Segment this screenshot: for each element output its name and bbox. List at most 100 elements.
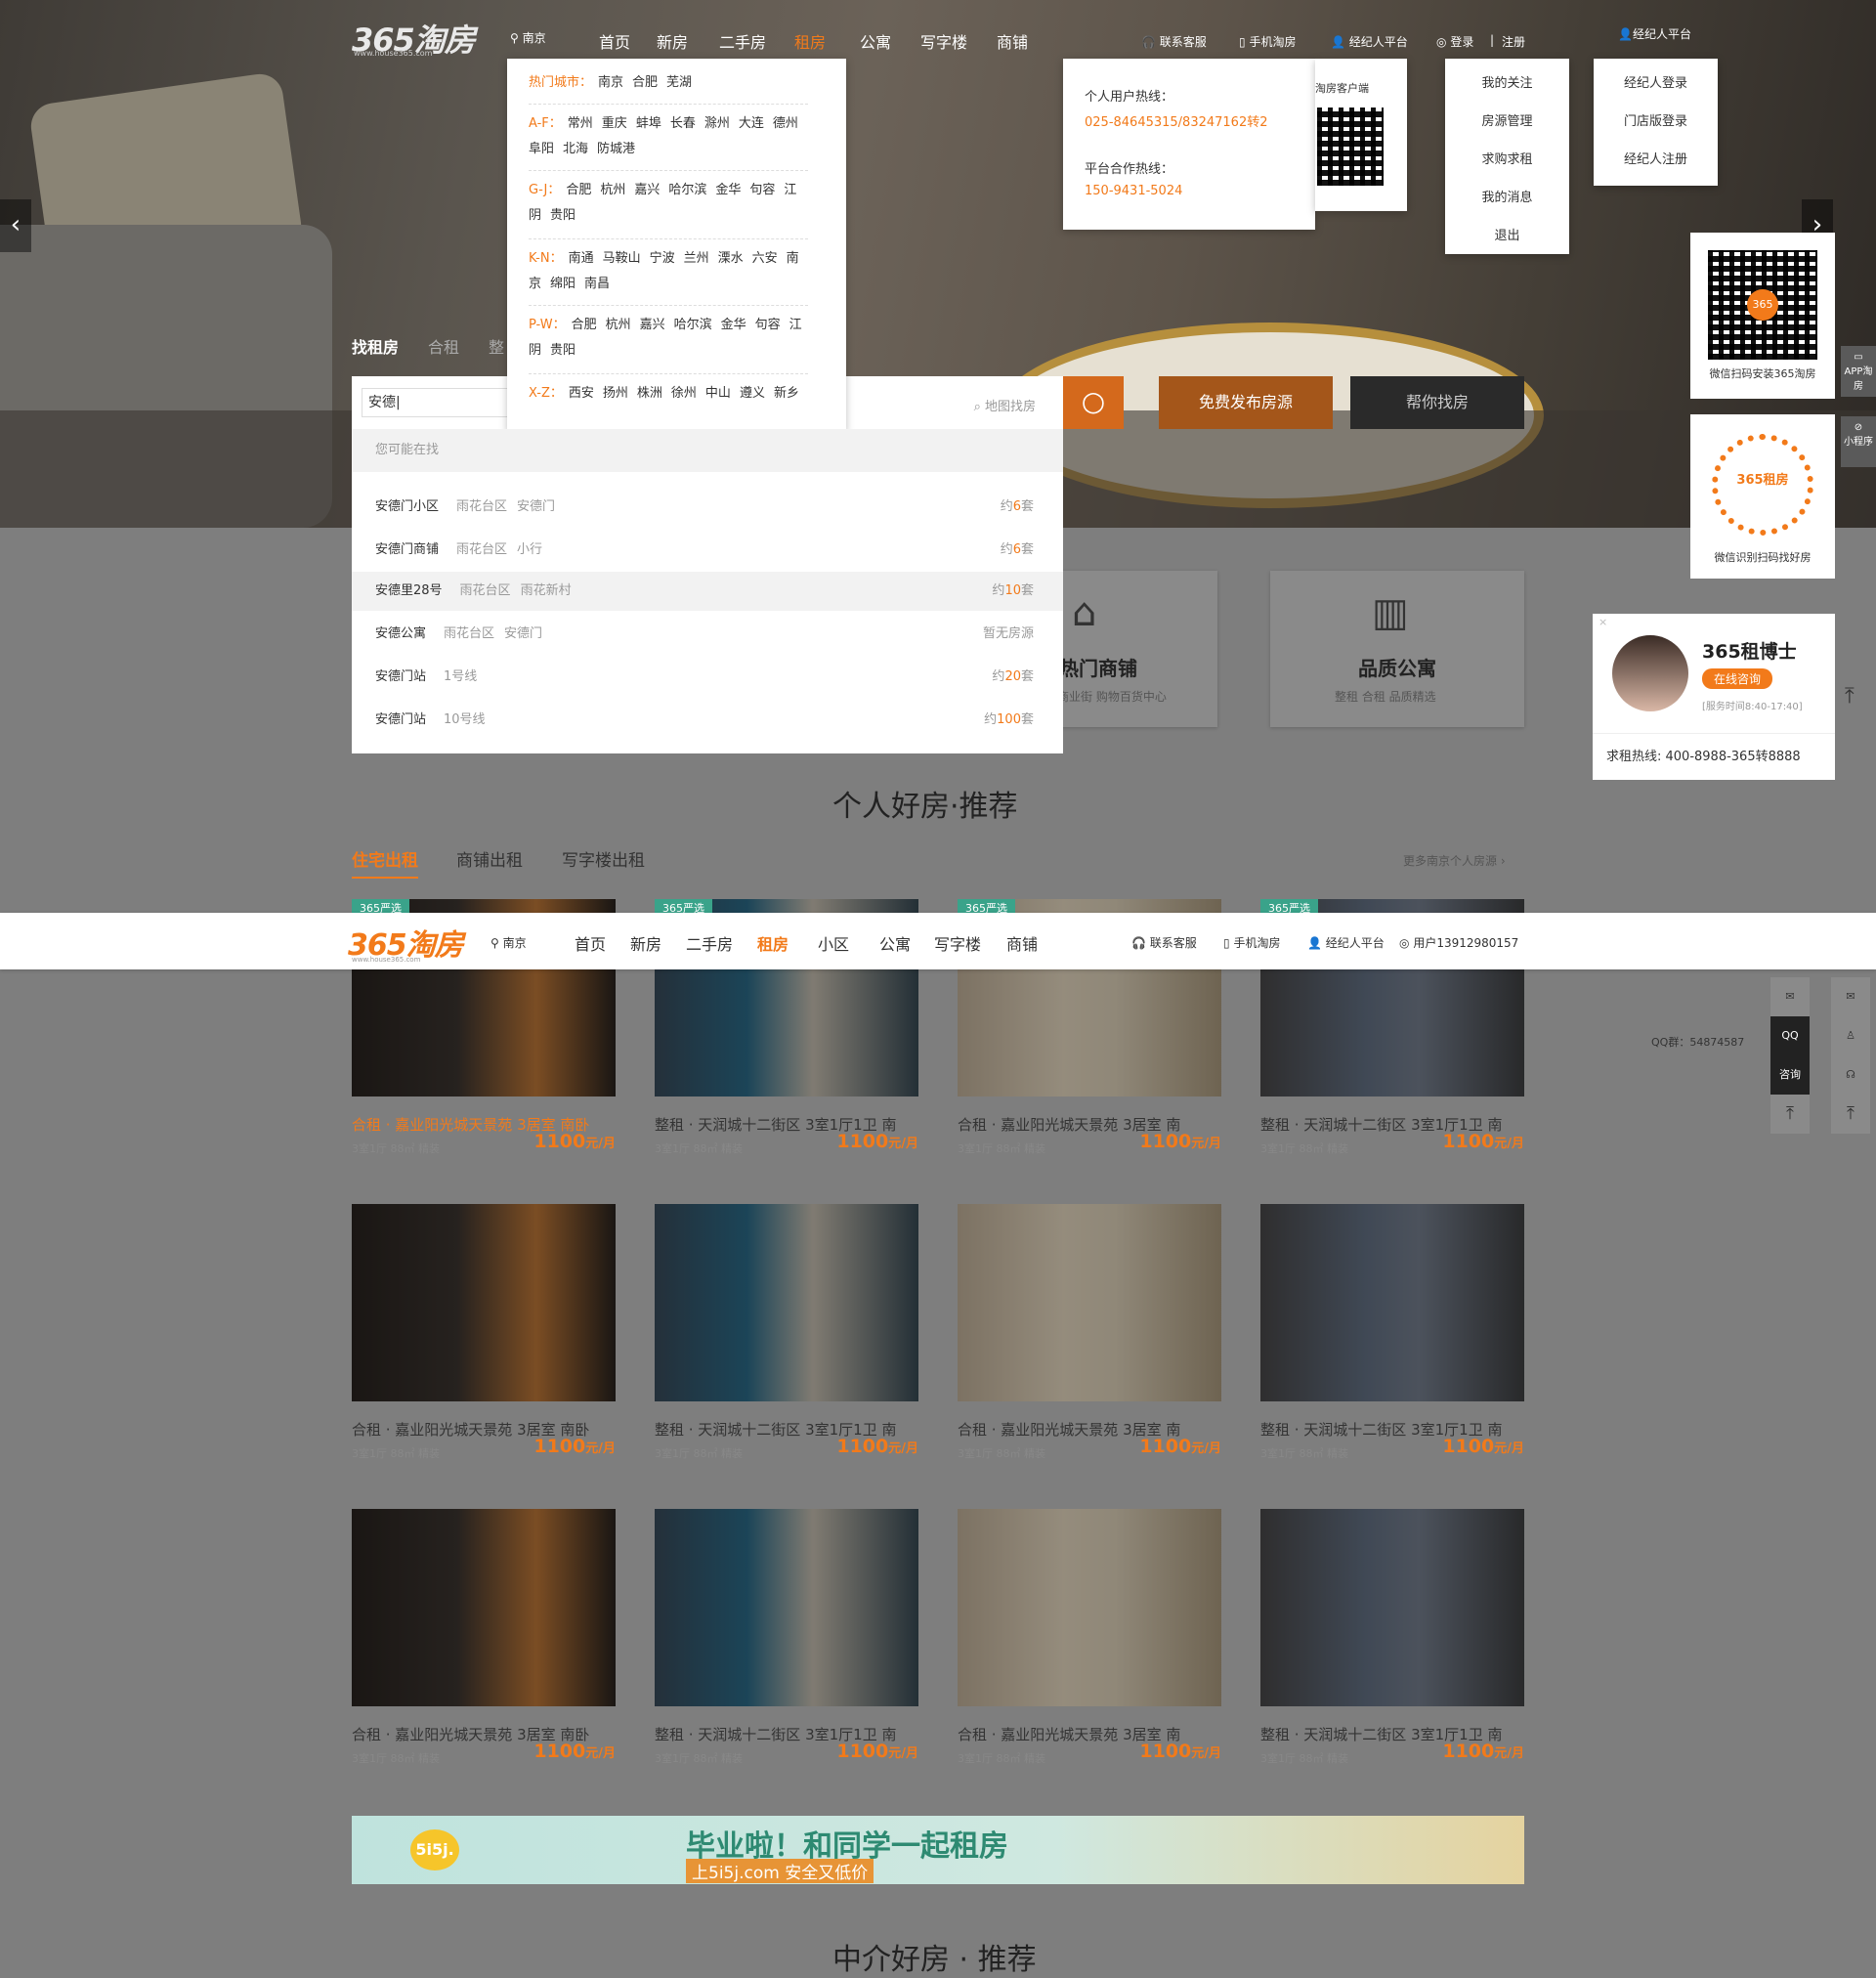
sticky-nav-item[interactable]: 公寓 <box>879 931 911 955</box>
city-link[interactable]: 遵义 <box>740 386 765 401</box>
city-link[interactable]: 绵阳 <box>550 277 576 291</box>
topbar-agent-platform[interactable]: 👤经纪人平台 <box>1618 25 1691 42</box>
city-link[interactable]: 常州 <box>568 116 593 131</box>
search-tab[interactable]: 整 <box>489 334 504 358</box>
suggestion-item[interactable]: 安德里28号 雨花台区 雨花新村 约10套 <box>352 572 1063 611</box>
suggestion-item[interactable]: 安德门小区 雨花台区 安德门 约6套 <box>352 488 1063 527</box>
side-consult[interactable]: 咨询 <box>1770 1055 1810 1095</box>
listing-image[interactable] <box>655 1204 918 1401</box>
side-tab-app[interactable]: ▭ APP淘房 <box>1841 346 1876 397</box>
city-link[interactable]: 南昌 <box>584 277 610 291</box>
mail-icon[interactable]: ✉ <box>1831 977 1870 1016</box>
listing-card[interactable]: 合租 · 嘉业阳光城天景苑 3居室 南 3室1厅 88㎡ 精装 1100元/月 <box>958 1204 1221 1468</box>
city-link[interactable]: 芜湖 <box>666 75 692 90</box>
city-link[interactable]: 合肥 <box>566 183 591 197</box>
sticky-city[interactable]: ⚲ 南京 <box>490 934 527 951</box>
sticky-service[interactable]: 🎧 联系客服 <box>1131 934 1197 951</box>
topbar-login[interactable]: ◎ 登录 <box>1436 33 1473 50</box>
agent-menu-item[interactable]: 经纪人登录 <box>1594 72 1718 91</box>
category-tab[interactable]: 商铺出租 <box>456 846 523 871</box>
sticky-nav-item[interactable]: 写字楼 <box>934 931 981 955</box>
sticky-nav-item[interactable]: 二手房 <box>686 931 733 955</box>
city-link[interactable]: 滁州 <box>704 116 730 131</box>
city-link[interactable]: 重庆 <box>602 116 627 131</box>
suggestion-item[interactable]: 安德门商铺 雨花台区 小行 约6套 <box>352 531 1063 570</box>
publish-button[interactable]: 免费发布房源 <box>1159 376 1333 429</box>
user-menu-item[interactable]: 我的关注 <box>1445 72 1569 91</box>
listing-card[interactable]: 整租 · 天润城十二街区 3室1厅1卫 南 3室1厅 88㎡ 精装 1100元/月 <box>1260 1509 1524 1773</box>
sticky-nav-item[interactable]: 新房 <box>630 931 661 955</box>
search-input[interactable]: 安德| <box>362 388 508 417</box>
user-menu-item[interactable]: 我的消息 <box>1445 187 1569 205</box>
topbar-mobile[interactable]: ▯ 手机淘房 <box>1239 33 1296 50</box>
mail-icon[interactable]: ✉ <box>1770 977 1810 1016</box>
city-link[interactable]: 北海 <box>563 142 588 156</box>
listing-card[interactable]: 合租 · 嘉业阳光城天景苑 3居室 南 3室1厅 88㎡ 精装 1100元/月 <box>958 1509 1221 1773</box>
suggestion-item[interactable]: 安德门站 1号线 约20套 <box>352 658 1063 697</box>
city-link[interactable]: 长春 <box>670 116 696 131</box>
top-icon[interactable]: ⤒ <box>1770 1095 1810 1134</box>
category-tab[interactable]: 住宅出租 <box>352 846 418 879</box>
sticky-mobile[interactable]: ▯ 手机淘房 <box>1223 934 1280 951</box>
user-menu-item[interactable]: 房源管理 <box>1445 110 1569 129</box>
listing-image[interactable] <box>352 1509 616 1706</box>
listing-card[interactable]: 合租 · 嘉业阳光城天景苑 3居室 南卧 3室1厅 88㎡ 精装 1100元/月 <box>352 1204 616 1468</box>
city-link[interactable]: 西安 <box>569 386 594 401</box>
category-tab[interactable]: 写字楼出租 <box>562 846 645 871</box>
city-link[interactable]: 金华 <box>715 183 741 197</box>
city-link[interactable]: 句容 <box>749 183 775 197</box>
listing-image[interactable] <box>655 1509 918 1706</box>
headset-icon[interactable]: ☊ <box>1831 1055 1870 1095</box>
user-menu-item[interactable]: 退出 <box>1445 225 1569 243</box>
qq-penguin-icon[interactable]: ♙ <box>1831 1016 1870 1055</box>
more-link[interactable]: 更多南京个人房源 › <box>1403 852 1506 869</box>
search-tab[interactable]: 找租房 <box>352 334 399 358</box>
city-link[interactable]: 杭州 <box>606 318 631 332</box>
sticky-nav-item[interactable]: 首页 <box>575 931 606 955</box>
listing-image[interactable] <box>1260 1509 1524 1706</box>
ad-banner[interactable]: 5i5j. 毕业啦！和同学一起租房 上5i5j.com 安全又低价 <box>352 1816 1524 1884</box>
nav-item[interactable]: 商铺 <box>997 29 1028 53</box>
topbar-agent[interactable]: 👤 经纪人平台 <box>1331 33 1408 50</box>
nav-item[interactable]: 二手房 <box>719 29 766 53</box>
city-link[interactable]: 六安 <box>752 251 778 266</box>
topbar-service[interactable]: 🎧 联系客服 <box>1141 33 1207 50</box>
listing-card[interactable]: 整租 · 天润城十二街区 3室1厅1卫 南 3室1厅 88㎡ 精装 1100元/月 <box>655 1509 918 1773</box>
city-link[interactable]: 嘉兴 <box>634 183 660 197</box>
side-qq[interactable]: QQ <box>1770 1016 1810 1055</box>
topbar-register[interactable]: 注册 <box>1502 33 1525 50</box>
nav-item[interactable]: 首页 <box>599 29 630 53</box>
nav-item[interactable]: 新房 <box>657 29 688 53</box>
city-selector[interactable]: ⚲ 南京 <box>510 29 546 46</box>
city-link[interactable]: 哈尔滨 <box>674 318 712 332</box>
suggestion-item[interactable]: 安德门站 10号线 约100套 <box>352 701 1063 740</box>
user-menu-item[interactable]: 求购求租 <box>1445 149 1569 167</box>
city-link[interactable]: 株洲 <box>637 386 662 401</box>
sticky-user[interactable]: ◎ 用户13912980157 <box>1399 934 1518 951</box>
side-tab-mini[interactable]: ⊘ 小程序 <box>1841 416 1876 467</box>
nav-item[interactable]: 租房 <box>794 29 826 53</box>
city-link[interactable]: 句容 <box>755 318 781 332</box>
city-link[interactable]: 哈尔滨 <box>668 183 706 197</box>
city-link[interactable]: 兰州 <box>684 251 709 266</box>
city-link[interactable]: 杭州 <box>600 183 625 197</box>
city-link[interactable]: 金华 <box>721 318 746 332</box>
listing-image[interactable] <box>958 1204 1221 1401</box>
city-link[interactable]: 贵阳 <box>550 343 576 358</box>
sticky-agent[interactable]: 👤 经纪人平台 <box>1307 934 1385 951</box>
city-link[interactable]: 合肥 <box>572 318 597 332</box>
agent-menu-item[interactable]: 经纪人注册 <box>1594 149 1718 167</box>
city-link[interactable]: 新乡 <box>774 386 799 401</box>
city-link[interactable]: 嘉兴 <box>640 318 665 332</box>
listing-card[interactable]: 整租 · 天润城十二街区 3室1厅1卫 南 3室1厅 88㎡ 精装 1100元/月 <box>655 1204 918 1468</box>
search-button[interactable]: ○ <box>1063 376 1124 429</box>
city-link[interactable]: 阜阳 <box>529 142 554 156</box>
partner-hotline[interactable]: 150-9431-5024 <box>1085 184 1182 198</box>
listing-image[interactable] <box>352 1204 616 1401</box>
sticky-nav-item[interactable]: 小区 <box>818 931 849 955</box>
listing-card[interactable]: 合租 · 嘉业阳光城天景苑 3居室 南卧 3室1厅 88㎡ 精装 1100元/月 <box>352 1509 616 1773</box>
city-link[interactable]: 南通 <box>569 251 594 266</box>
city-link[interactable]: 徐州 <box>671 386 697 401</box>
listing-card[interactable]: 整租 · 天润城十二街区 3室1厅1卫 南 3室1厅 88㎡ 精装 1100元/月 <box>1260 1204 1524 1468</box>
slide-prev-button[interactable]: ‹ <box>0 199 31 252</box>
